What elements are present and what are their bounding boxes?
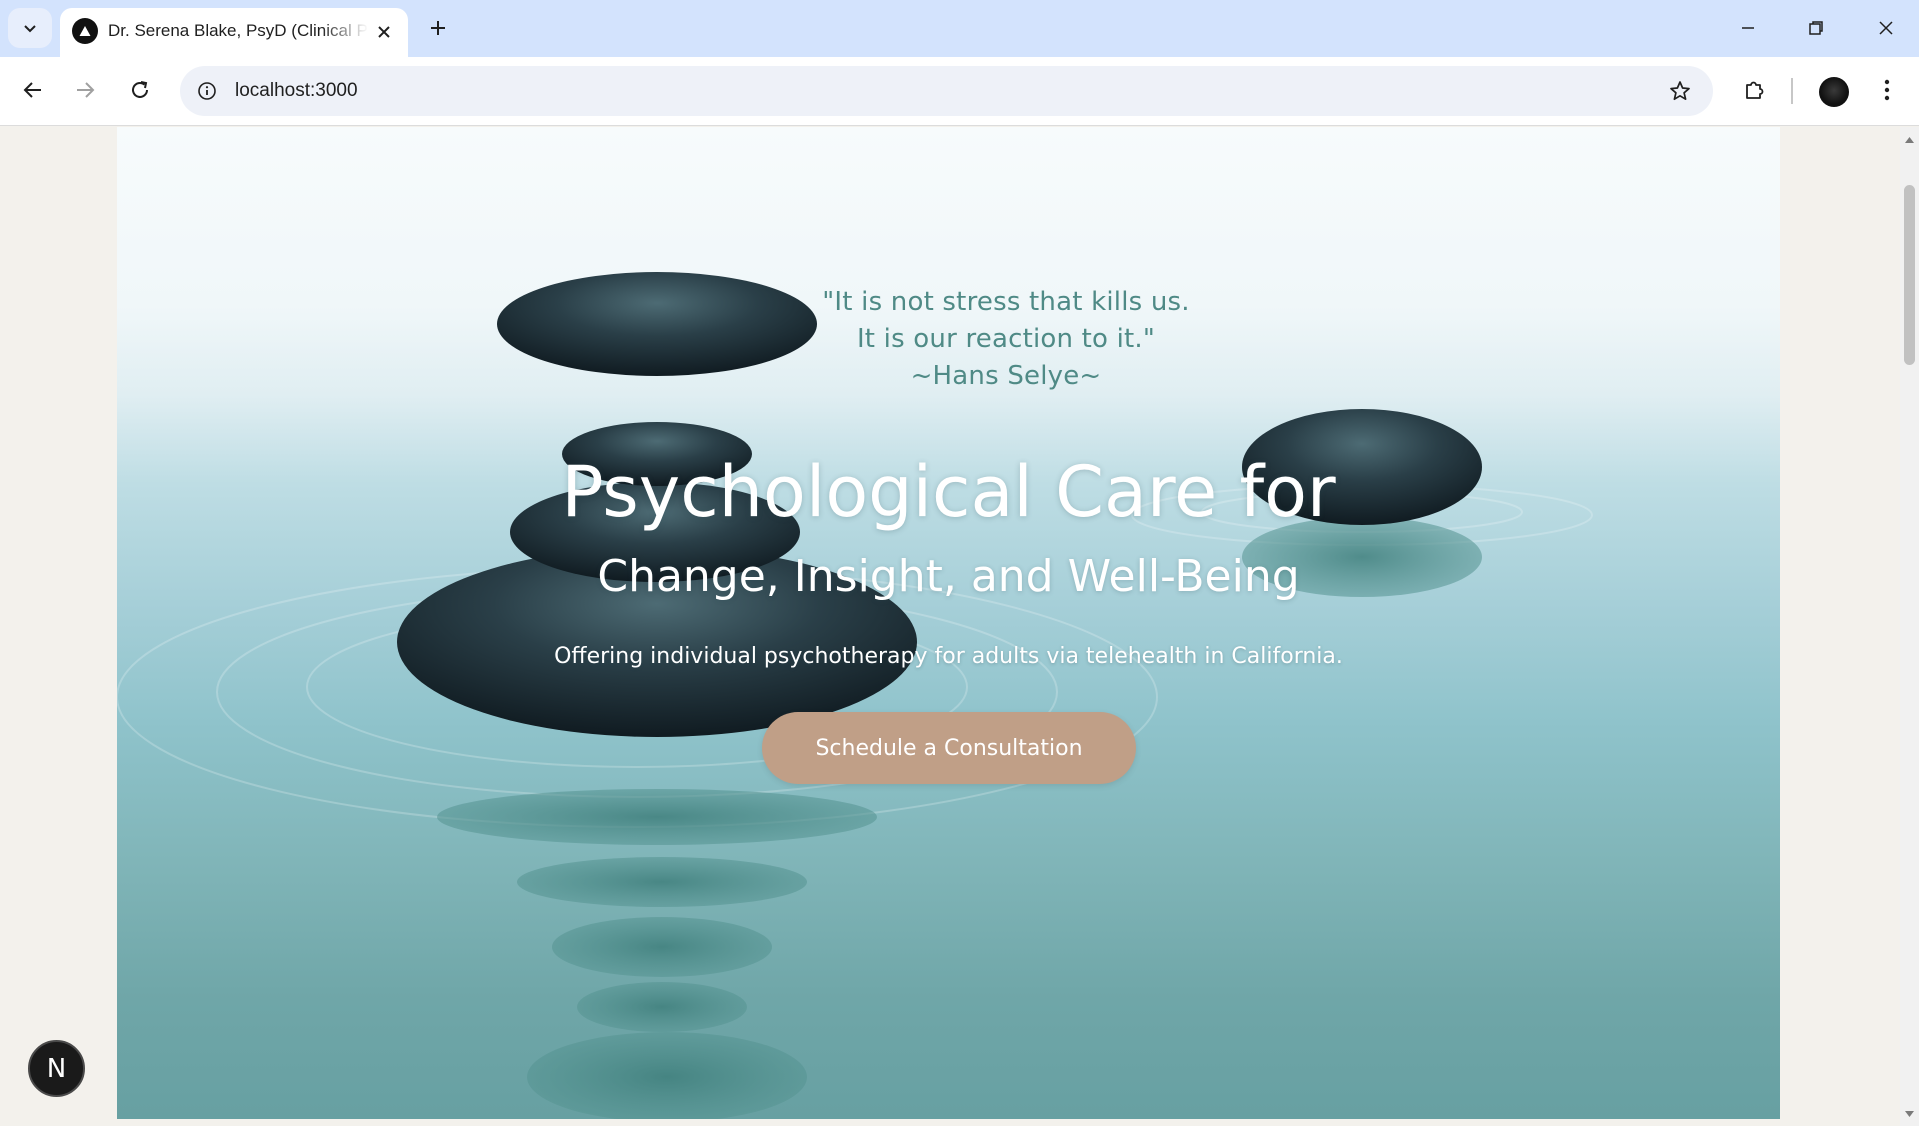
bookmark-button[interactable] [1667,78,1693,104]
close-icon [1879,21,1893,35]
arrow-left-icon [23,82,41,98]
nextjs-dev-badge[interactable]: N [28,1040,85,1097]
tab-search-button[interactable] [8,8,52,48]
minimize-button[interactable] [1720,8,1776,48]
hero-section: "It is not stress that kills us. It is o… [117,127,1780,1119]
kebab-menu-icon [1884,79,1890,101]
scroll-thumb[interactable] [1904,185,1915,365]
star-icon [1670,81,1690,101]
hero-tagline: Offering individual psychotherapy for ad… [554,644,1343,669]
browser-toolbar: localhost:3000 [0,57,1919,126]
close-tab-button[interactable] [372,20,396,44]
site-info-button[interactable] [194,78,220,104]
url-text[interactable]: localhost:3000 [235,80,358,102]
plus-icon [431,21,445,35]
tab-title: Dr. Serena Blake, PsyD (Clinical Psychol… [108,21,368,40]
toolbar-divider [1791,78,1793,104]
new-tab-button[interactable] [422,12,454,44]
schedule-consultation-button[interactable]: Schedule a Consultation [762,712,1136,784]
extensions-button[interactable] [1733,69,1775,111]
hero-subheadline: Change, Insight, and Well-Being [597,551,1300,602]
quote-author: ~Hans Selye~ [910,361,1102,391]
arrow-right-icon [77,82,95,98]
browser-tab[interactable]: Dr. Serena Blake, PsyD (Clinical Psychol… [60,8,408,57]
browser-tab-strip: Dr. Serena Blake, PsyD (Clinical Psychol… [0,0,1919,57]
triangle-logo-icon [72,18,98,44]
close-icon [378,26,390,38]
quote-line-2: It is our reaction to it." [856,324,1156,354]
quote-line-1: "It is not stress that kills us. [822,287,1190,317]
address-bar[interactable]: localhost:3000 [180,66,1713,116]
scroll-up-arrow[interactable] [1904,133,1915,147]
close-window-button[interactable] [1858,8,1914,48]
reload-icon [132,81,148,98]
hero-content: "It is not stress that kills us. It is o… [117,127,1780,1119]
page-scrollbar[interactable] [1900,127,1919,1126]
triangle-up-icon [1905,137,1914,143]
reload-button[interactable] [119,69,161,111]
browser-menu-button[interactable] [1866,69,1908,111]
forward-button[interactable] [64,69,106,111]
scroll-down-arrow[interactable] [1904,1107,1915,1121]
minimize-icon [1742,27,1754,29]
info-icon [198,82,216,100]
back-button[interactable] [12,69,54,111]
nextjs-badge-label: N [46,1053,67,1084]
triangle-down-icon [1905,1111,1914,1117]
page-viewport: "It is not stress that kills us. It is o… [0,127,1900,1126]
restore-icon [1809,21,1823,35]
restore-button[interactable] [1788,8,1844,48]
chevron-down-icon [24,25,36,33]
hero-headline: Psychological Care for [561,451,1336,533]
puzzle-icon [1746,81,1764,99]
profile-avatar[interactable] [1819,77,1849,107]
